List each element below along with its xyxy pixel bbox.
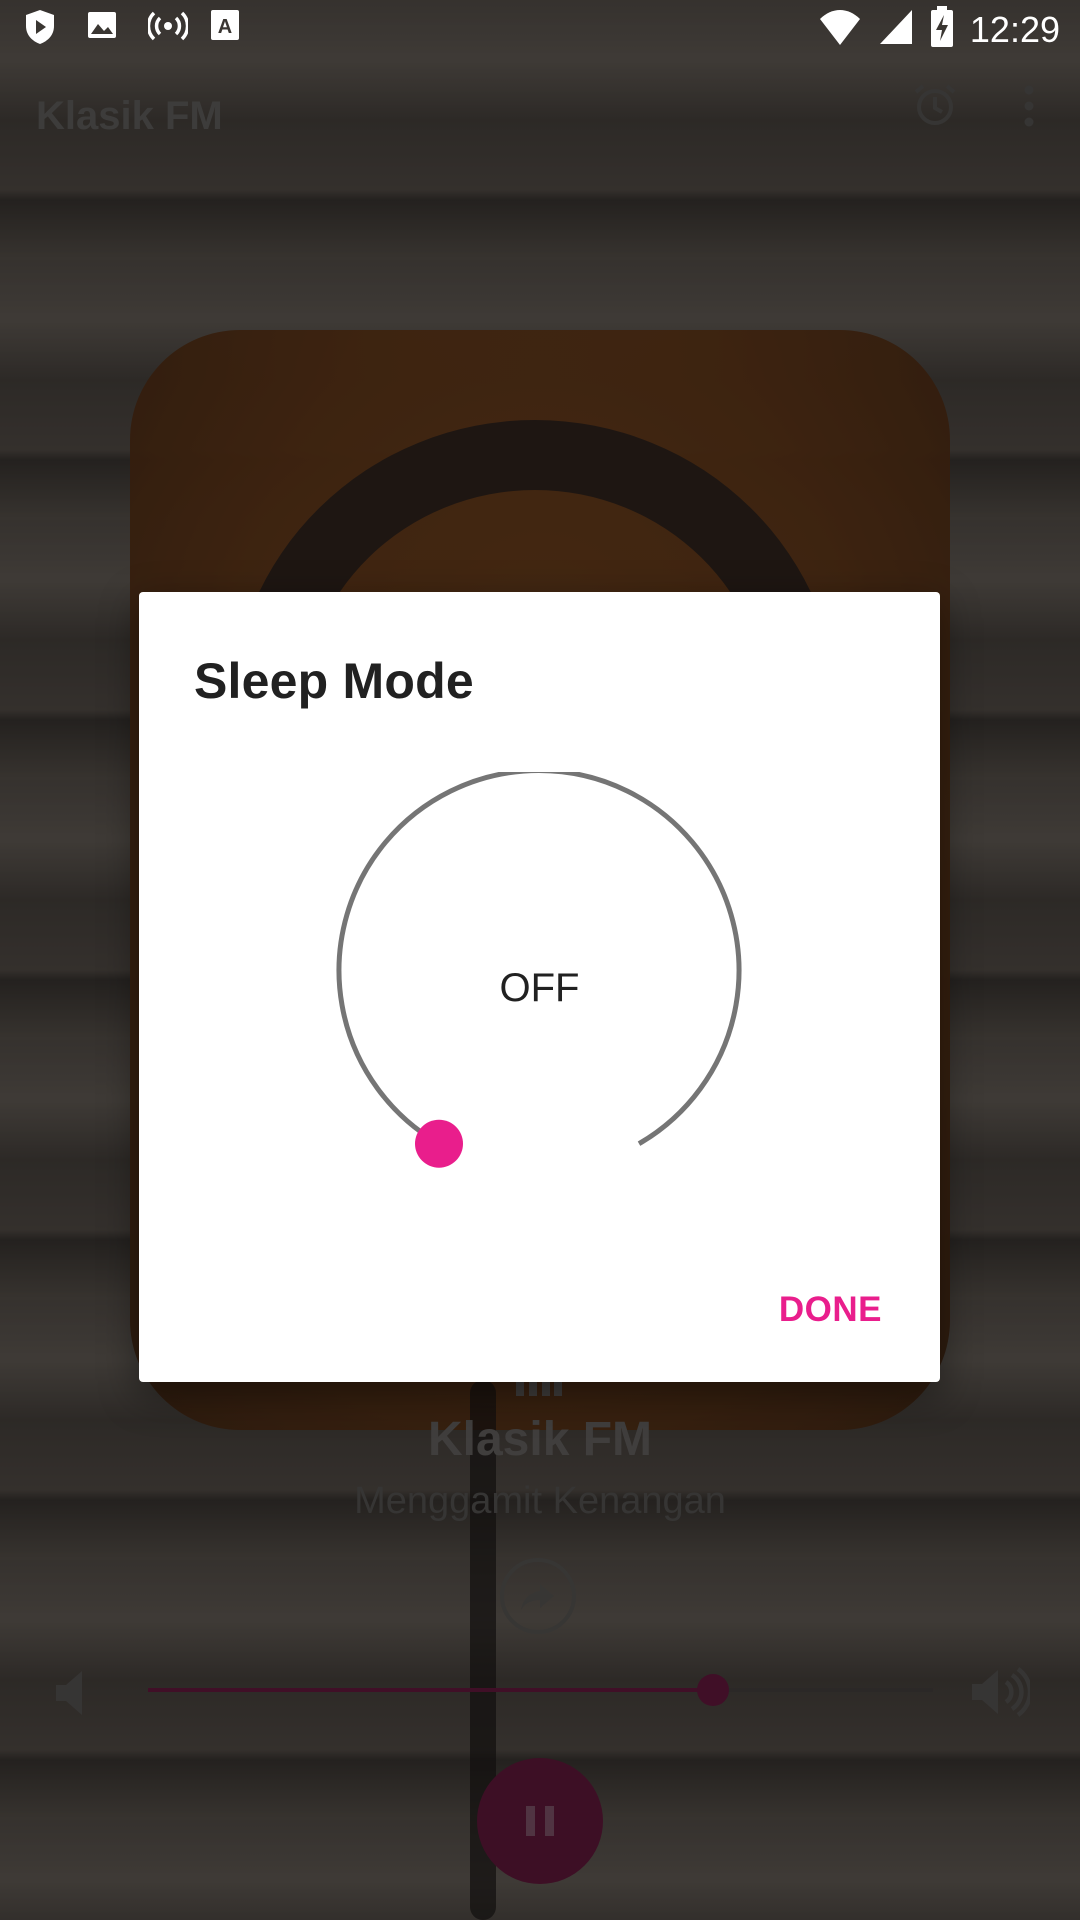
cellular-signal-icon xyxy=(878,8,914,51)
dial-value: OFF xyxy=(499,966,580,1010)
shield-play-icon xyxy=(24,9,60,45)
status-bar: A 12:29 xyxy=(0,0,1080,55)
svg-text:A: A xyxy=(218,16,232,38)
sleep-mode-dialog: Sleep Mode OFF DONE xyxy=(139,592,940,1382)
wifi-icon xyxy=(818,7,862,52)
dial-track xyxy=(336,772,742,1146)
done-button[interactable]: DONE xyxy=(779,1290,882,1330)
dialog-title: Sleep Mode xyxy=(194,653,474,709)
status-time: 12:29 xyxy=(969,8,1060,50)
image-icon xyxy=(86,9,122,45)
battery-charging-icon xyxy=(930,6,954,53)
radio-broadcast-icon xyxy=(146,9,190,45)
keyboard-a-icon: A xyxy=(210,9,246,45)
dial-handle[interactable] xyxy=(415,1119,463,1168)
